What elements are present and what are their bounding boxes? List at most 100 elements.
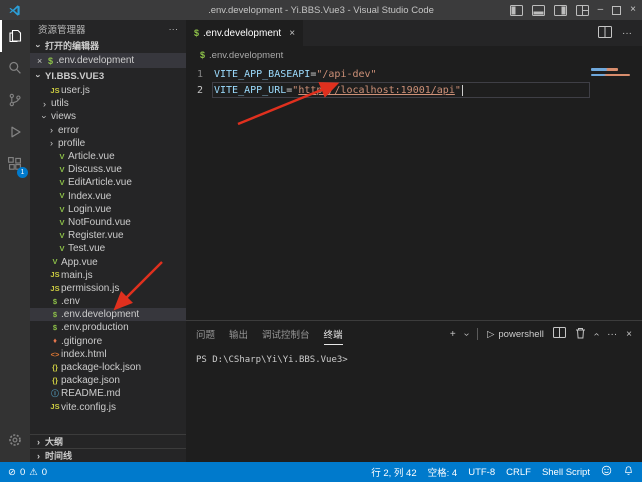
encoding[interactable]: UTF-8 (468, 467, 495, 478)
close-button[interactable]: × (630, 5, 636, 15)
maximize-panel-icon[interactable]: › (591, 332, 602, 335)
title-bar: .env.development - Yi.BBS.Vue3 - Visual … (0, 0, 642, 20)
tree-item[interactable]: › <> index.html (30, 348, 186, 361)
bottom-panel: 问题输出调试控制台终端 + › ▷ powershell › ··· × (186, 320, 642, 462)
tree-item[interactable]: › V Article.vue (30, 150, 186, 163)
tree-item[interactable]: › V Register.vue (30, 229, 186, 242)
toggle-secondary-sidebar-icon[interactable] (554, 5, 567, 16)
shell-icon: $ (200, 50, 205, 60)
chevron-icon: › (47, 138, 56, 148)
kill-terminal-icon[interactable] (575, 327, 586, 342)
file-label: App.vue (61, 257, 98, 268)
language-mode[interactable]: Shell Script (542, 467, 590, 478)
tree-item[interactable]: › ⓘ README.md (30, 387, 186, 400)
open-editor-label: .env.development (56, 55, 134, 66)
chevron-icon: › (40, 112, 50, 121)
customize-layout-icon[interactable] (576, 5, 589, 16)
file-label: Register.vue (68, 230, 124, 241)
eol-sequence[interactable]: CRLF (506, 467, 531, 478)
run-debug-icon[interactable] (0, 116, 30, 148)
project-root-header[interactable]: › YI.BBS.VUE3 (30, 68, 186, 84)
json-icon: {} (49, 364, 61, 372)
file-label: permission.js (61, 283, 119, 294)
split-editor-icon[interactable] (598, 26, 612, 41)
text-cursor (462, 85, 463, 96)
notifications-bell-icon[interactable] (623, 465, 634, 479)
open-editor-item[interactable]: × $ .env.development (30, 53, 186, 68)
terminal[interactable]: PS D:\CSharp\Yi\Yi.BBS.Vue3> (186, 347, 642, 462)
outline-section[interactable]: › 大纲 (30, 434, 186, 448)
file-label: views (51, 111, 76, 122)
problems-status[interactable]: ⊘ 0 ⚠ 0 (8, 467, 47, 478)
toggle-panel-icon[interactable] (532, 5, 545, 16)
timeline-section[interactable]: › 时间线 (30, 448, 186, 462)
panel-tab[interactable]: 输出 (229, 323, 248, 345)
tree-item[interactable]: › profile (30, 137, 186, 150)
editor-tab[interactable]: $ .env.development × (186, 20, 303, 46)
file-label: .env.production (61, 322, 129, 333)
tree-item[interactable]: › $ .env.production (30, 321, 186, 334)
tree-item[interactable]: › error (30, 124, 186, 137)
tree-item[interactable]: › ♦ .gitignore (30, 335, 186, 348)
cursor-position[interactable]: 行 2, 列 42 (371, 465, 416, 479)
tree-item[interactable]: › V App.vue (30, 255, 186, 268)
search-icon[interactable] (0, 52, 30, 84)
close-panel-icon[interactable]: × (626, 329, 632, 340)
tree-item[interactable]: › utils (30, 97, 186, 110)
js-icon: JS (49, 271, 61, 279)
terminal-instance-item[interactable]: ▷ powershell (487, 329, 544, 340)
minimap[interactable] (591, 68, 630, 76)
extensions-icon[interactable]: 1 (0, 148, 30, 180)
file-label: profile (58, 138, 85, 149)
tree-item[interactable]: › JS permission.js (30, 282, 186, 295)
indentation[interactable]: 空格: 4 (428, 465, 458, 479)
tree-item[interactable]: › V Test.vue (30, 242, 186, 255)
close-icon[interactable]: × (289, 28, 295, 39)
tree-item[interactable]: › $ .env.development (30, 308, 186, 321)
new-terminal-icon[interactable]: + (450, 329, 456, 340)
panel-more-icon[interactable]: ··· (607, 329, 617, 340)
tree-item[interactable]: › V NotFound.vue (30, 216, 186, 229)
tree-item[interactable]: › {} package-lock.json (30, 361, 186, 374)
json-icon: {} (49, 377, 61, 385)
panel-tab[interactable]: 问题 (196, 323, 215, 345)
tree-item[interactable]: › V Discuss.vue (30, 163, 186, 176)
tree-item[interactable]: › $ .env (30, 295, 186, 308)
more-actions-icon[interactable]: ··· (622, 28, 632, 39)
file-label: EditArticle.vue (68, 177, 132, 188)
chevron-right-icon: › (34, 437, 43, 447)
vue-icon: V (56, 153, 68, 161)
toggle-sidebar-icon[interactable] (510, 5, 523, 16)
panel-tab[interactable]: 终端 (324, 323, 343, 345)
maximize-button[interactable] (612, 6, 621, 15)
url-link[interactable]: http://localhost:19001/api (298, 85, 455, 96)
panel-tab[interactable]: 调试控制台 (262, 323, 310, 345)
settings-gear-icon[interactable] (0, 424, 30, 456)
split-terminal-icon[interactable] (553, 327, 566, 341)
file-label: utils (51, 98, 69, 109)
terminal-dropdown-icon[interactable]: › (461, 332, 472, 335)
tree-item[interactable]: › V Index.vue (30, 190, 186, 203)
tree-item[interactable]: › V Login.vue (30, 203, 186, 216)
tree-item[interactable]: › JS vite.config.js (30, 401, 186, 414)
explorer-icon[interactable] (0, 20, 30, 52)
breadcrumb[interactable]: $ .env.development (186, 46, 642, 64)
tree-item[interactable]: › {} package.json (30, 374, 186, 387)
file-label: README.md (61, 388, 120, 399)
file-label: error (58, 125, 79, 136)
source-control-icon[interactable] (0, 84, 30, 116)
code-editor[interactable]: 1 VITE_APP_BASEAPI="/api-dev" 2 VITE_APP… (186, 64, 642, 320)
minimize-button[interactable]: – (598, 5, 604, 15)
chevron-icon: › (40, 99, 49, 109)
sidebar-more-actions-icon[interactable]: ··· (169, 24, 179, 35)
close-icon[interactable]: × (37, 56, 45, 66)
tree-item[interactable]: › V EditArticle.vue (30, 176, 186, 189)
tree-item[interactable]: › JS main.js (30, 269, 186, 282)
feedback-icon[interactable] (601, 465, 612, 479)
tree-item[interactable]: › views (30, 110, 186, 123)
tree-item[interactable]: › JS user.js (30, 84, 186, 97)
chevron-icon: › (47, 125, 56, 135)
vscode-logo-icon (6, 4, 22, 17)
file-label: Login.vue (68, 204, 111, 215)
open-editors-header[interactable]: › 打开的编辑器 (30, 38, 186, 53)
